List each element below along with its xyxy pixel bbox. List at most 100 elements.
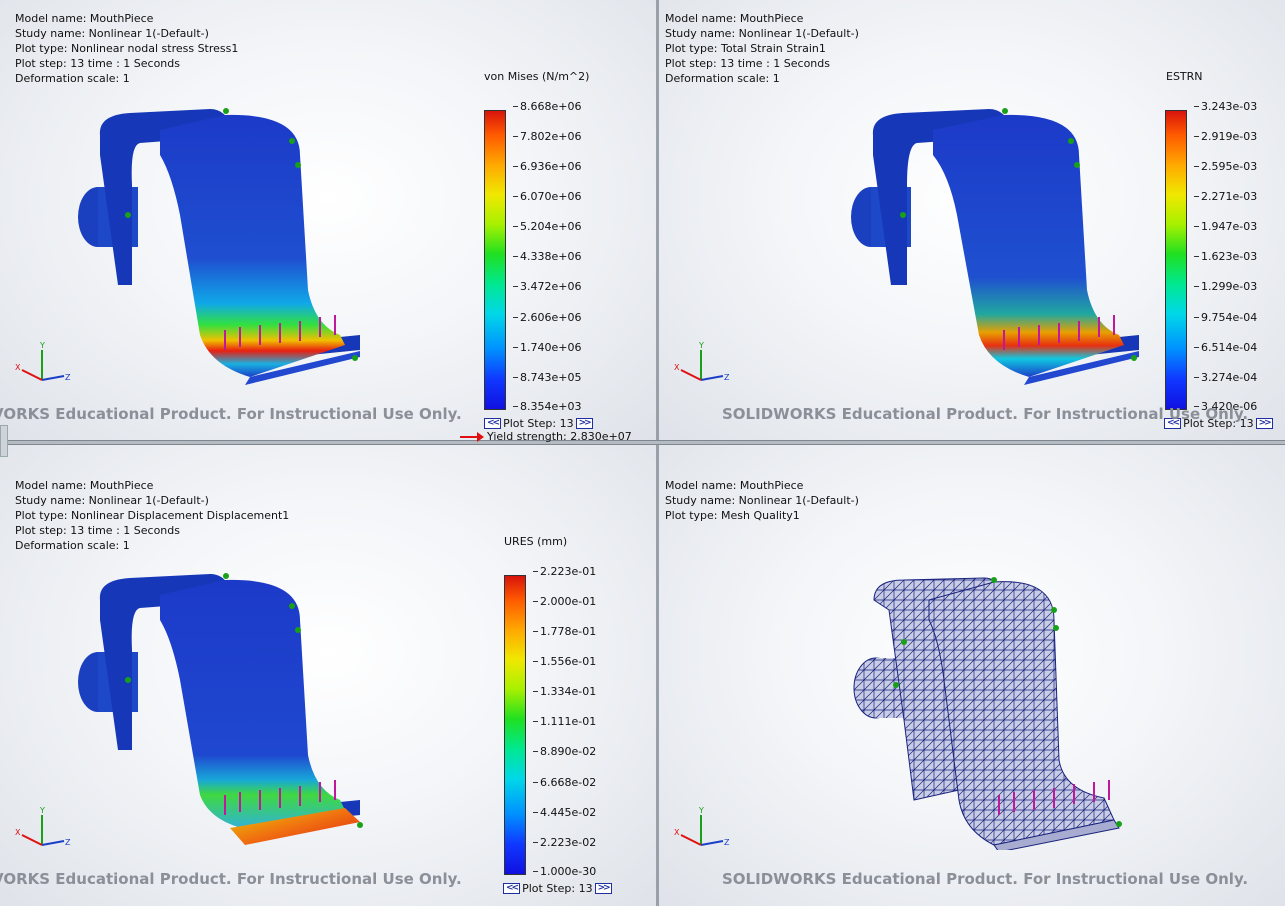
triad-x-label: X (674, 828, 680, 837)
horizontal-splitter[interactable] (0, 440, 1285, 445)
legend-tick: 3.243e-03 (1193, 100, 1258, 113)
info-line: Study name: Nonlinear 1(-Default-) (15, 494, 209, 507)
legend-tick: 2.223e-01 (532, 565, 597, 578)
legend-tick: 4.338e+06 (512, 250, 582, 263)
legend-tick: 2.919e-03 (1193, 130, 1258, 143)
legend-tick: 2.000e-01 (532, 595, 597, 608)
watermark-text: SOLIDWORKS Educational Product. For Inst… (722, 870, 1249, 888)
triad-x-label: X (15, 363, 21, 372)
info-line: Plot step: 13 time : 1 Seconds (15, 57, 180, 70)
info-line: Plot step: 13 time : 1 Seconds (15, 524, 180, 537)
strain-model-render[interactable] (839, 95, 1169, 395)
legend-tick: 1.947e-03 (1193, 220, 1258, 233)
info-line: Deformation scale: 1 (665, 72, 780, 85)
displacement-info-block: Model name: MouthPiece Study name: Nonli… (15, 478, 289, 553)
legend-tick: 1.334e-01 (532, 685, 597, 698)
plot-step-label: Plot Step: 13 (503, 417, 574, 430)
stress-info-block: Model name: MouthPiece Study name: Nonli… (15, 11, 238, 86)
legend-tick: 1.556e-01 (532, 655, 597, 668)
triad-y-label: Y (698, 341, 704, 350)
triad-z-label: Z (65, 373, 71, 382)
axis-triad: Y Z X (674, 806, 730, 847)
info-line: Model name: MouthPiece (15, 479, 154, 492)
mesh-info-block: Model name: MouthPiece Study name: Nonli… (665, 478, 859, 523)
legend-tick: 1.740e+06 (512, 341, 582, 354)
legend-tick: 1.111e-01 (532, 715, 597, 728)
legend-title: URES (mm) (504, 535, 568, 548)
info-line: Model name: MouthPiece (665, 12, 804, 25)
legend-tick: 1.778e-01 (532, 625, 597, 638)
triad-y-label: Y (39, 806, 45, 815)
strain-info-block: Model name: MouthPiece Study name: Nonli… (665, 11, 859, 86)
legend-tick: 1.623e-03 (1193, 250, 1258, 263)
vertical-splitter[interactable] (656, 0, 659, 906)
triad-z-label: Z (724, 373, 730, 382)
mesh-viewport[interactable]: Model name: MouthPiece Study name: Nonli… (659, 445, 1285, 906)
info-line: Plot step: 13 time : 1 Seconds (665, 57, 830, 70)
triad-z-label: Z (724, 838, 730, 847)
legend-title: ESTRN (1166, 70, 1203, 83)
plot-step-control: << Plot Step: 13 >> (503, 882, 612, 895)
info-line: Plot type: Mesh Quality1 (665, 509, 800, 522)
legend-tick: 2.606e+06 (512, 311, 582, 324)
legend-tick: 6.668e-02 (532, 776, 597, 789)
legend-tick: 8.668e+06 (512, 100, 582, 113)
color-scale-bar (1165, 110, 1187, 410)
legend-tick: 4.445e-02 (532, 806, 597, 819)
legend-tick: 5.204e+06 (512, 220, 582, 233)
info-line: Model name: MouthPiece (665, 479, 804, 492)
watermark-text: VORKS Educational Product. For Instructi… (0, 870, 462, 888)
info-line: Plot type: Nonlinear nodal stress Stress… (15, 42, 239, 55)
legend-tick: 9.754e-04 (1193, 311, 1258, 324)
mesh-model-render[interactable] (844, 570, 1144, 850)
watermark-text: VORKS Educational Product. For Instructi… (0, 405, 462, 423)
legend-tick: 3.472e+06 (512, 280, 582, 293)
color-scale-bar (484, 110, 506, 410)
axis-triad: Y Z X (674, 341, 730, 382)
info-line: Study name: Nonlinear 1(-Default-) (665, 27, 859, 40)
legend-tick: 2.595e-03 (1193, 160, 1258, 173)
plot-step-control: << Plot Step: 13 >> (484, 417, 593, 430)
displacement-viewport[interactable]: Model name: MouthPiece Study name: Nonli… (0, 445, 656, 906)
watermark-text: SOLIDWORKS Educational Product. For Inst… (722, 405, 1249, 423)
legend-tick: 6.936e+06 (512, 160, 582, 173)
legend-tick: 7.802e+06 (512, 130, 582, 143)
legend-title: von Mises (N/m^2) (484, 70, 590, 83)
triad-z-label: Z (65, 838, 71, 847)
triad-y-label: Y (39, 341, 45, 350)
prev-step-button[interactable]: << (503, 883, 521, 894)
color-scale-bar (504, 575, 526, 875)
legend-tick: 2.271e-03 (1193, 190, 1258, 203)
stress-viewport[interactable]: Model name: MouthPiece Study name: Nonli… (0, 0, 656, 440)
info-line: Plot type: Total Strain Strain1 (665, 42, 826, 55)
info-line: Plot type: Nonlinear Displacement Displa… (15, 509, 290, 522)
legend-tick: 6.514e-04 (1193, 341, 1258, 354)
legend-tick: 8.890e-02 (532, 745, 597, 758)
yield-strength-label: Yield strength: 2.830e+07 (487, 430, 632, 443)
info-line: Model name: MouthPiece (15, 12, 154, 25)
legend-tick: 6.070e+06 (512, 190, 582, 203)
next-step-button[interactable]: >> (575, 418, 593, 429)
triad-y-label: Y (698, 806, 704, 815)
info-line: Study name: Nonlinear 1(-Default-) (15, 27, 209, 40)
triad-x-label: X (15, 828, 21, 837)
legend-tick: 2.223e-02 (532, 836, 597, 849)
next-step-button[interactable]: >> (594, 883, 612, 894)
info-line: Study name: Nonlinear 1(-Default-) (665, 494, 859, 507)
next-step-button[interactable]: >> (1255, 418, 1273, 429)
info-line: Deformation scale: 1 (15, 72, 130, 85)
legend-tick: 8.743e+05 (512, 371, 582, 384)
plot-step-label: Plot Step: 13 (522, 882, 593, 895)
stress-model-render[interactable] (60, 95, 390, 395)
strain-viewport[interactable]: Model name: MouthPiece Study name: Nonli… (659, 0, 1285, 440)
legend-tick: 8.354e+03 (512, 400, 582, 413)
legend-tick: 3.274e-04 (1193, 371, 1258, 384)
triad-x-label: X (674, 363, 680, 372)
displacement-model-render[interactable] (60, 560, 390, 860)
legend-tick: 1.299e-03 (1193, 280, 1258, 293)
legend-tick: 1.000e-30 (532, 865, 597, 878)
prev-step-button[interactable]: << (484, 418, 502, 429)
yield-strength-indicator: Yield strength: 2.830e+07 (460, 430, 632, 443)
axis-triad: Y Z X (15, 806, 71, 847)
panel-edge-handle[interactable] (0, 425, 8, 457)
